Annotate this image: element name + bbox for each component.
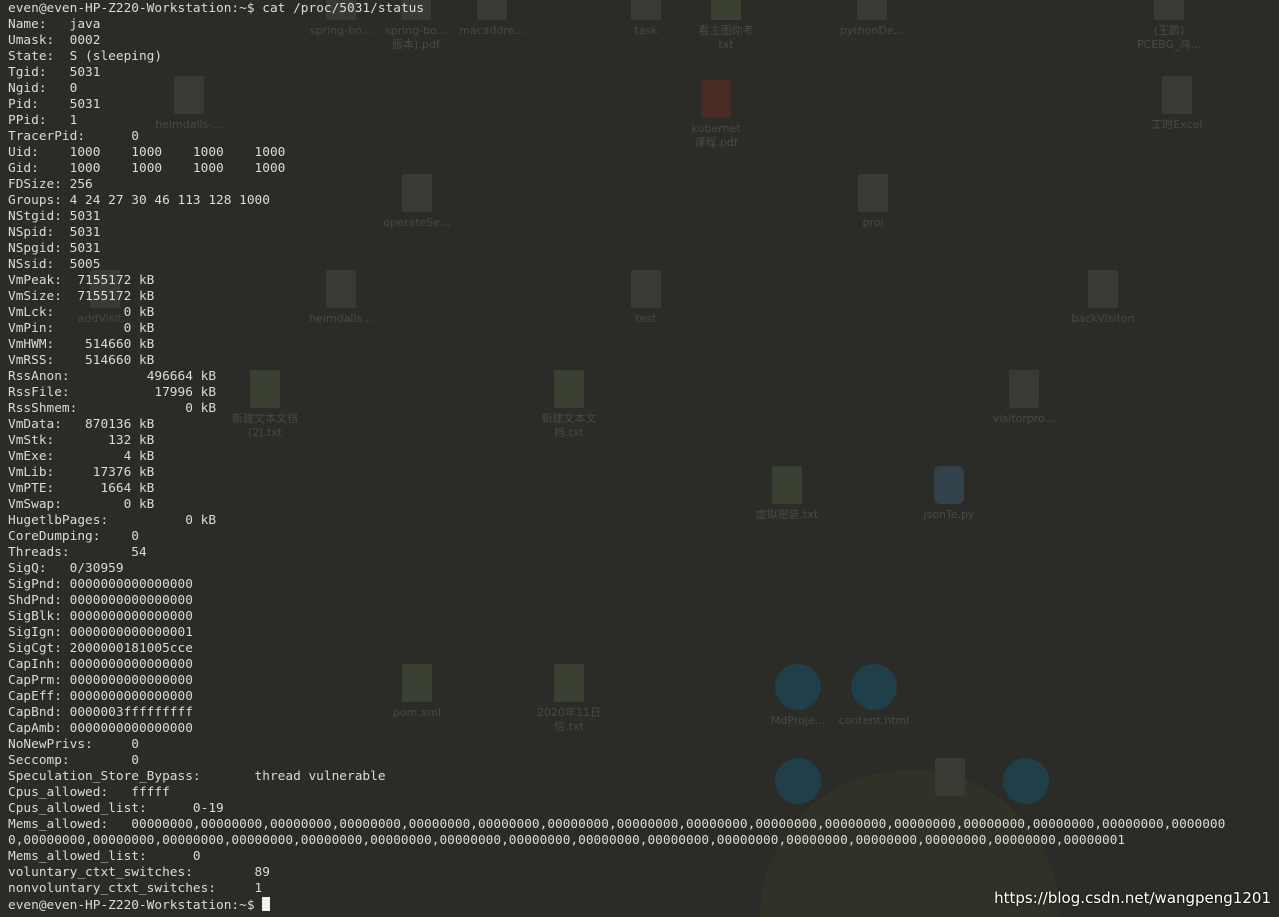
output-line: RssShmem: 0 kB [8,401,217,416]
output-line: NSpid: 5031 [8,225,101,240]
output-line: CapEff: 0000000000000000 [8,689,193,704]
shell-prompt: even@even-HP-Z220-Workstation:~$ [8,898,255,913]
output-line: RssFile: 17996 kB [8,385,217,400]
output-line: VmExe: 4 kB [8,449,155,464]
output-line: SigBlk: 0000000000000000 [8,609,193,624]
output-line: NStgid: 5031 [8,209,101,224]
output-line: Gid: 1000 1000 1000 1000 [8,161,286,176]
output-line: Tgid: 5031 [8,65,101,80]
output-line: Ngid: 0 [8,81,78,96]
output-line: CapInh: 0000000000000000 [8,657,193,672]
output-line: SigIgn: 0000000000000001 [8,625,193,640]
output-line: State: S (sleeping) [8,49,163,64]
output-line: VmLck: 0 kB [8,305,155,320]
output-line: VmPTE: 1664 kB [8,481,155,496]
output-line: Speculation_Store_Bypass: thread vulnera… [8,769,386,784]
output-line: NSsid: 5005 [8,257,101,272]
output-line: FDSize: 256 [8,177,93,192]
output-line: Seccomp: 0 [8,753,139,768]
output-line: SigQ: 0/30959 [8,561,124,576]
output-line: VmLib: 17376 kB [8,465,155,480]
output-line: 0,00000000,00000000,00000000,00000000,00… [8,833,1126,848]
terminal-window[interactable]: spring-bo... spring-bo... 版本).pdf macaddre… [0,0,1279,917]
output-line: Cpus_allowed_list: 0-19 [8,801,224,816]
output-line: Mems_allowed_list: 0 [8,849,201,864]
output-line: VmSwap: 0 kB [8,497,155,512]
output-line: CapBnd: 0000003fffffffff [8,705,193,720]
output-line: VmPin: 0 kB [8,321,155,336]
terminal-output: even@even-HP-Z220-Workstation:~$ cat /pr… [8,1,1225,913]
output-line: VmHWM: 514660 kB [8,337,155,352]
output-line: PPid: 1 [8,113,78,128]
output-line: NSpgid: 5031 [8,241,101,256]
output-line: Mems_allowed: 00000000,00000000,00000000… [8,817,1226,832]
text-cursor[interactable] [262,897,271,911]
shell-prompt: even@even-HP-Z220-Workstation:~$ [8,1,255,16]
output-line: Uid: 1000 1000 1000 1000 [8,145,286,160]
output-line: TracerPid: 0 [8,129,139,144]
output-line: Threads: 54 [8,545,147,560]
output-line: CoreDumping: 0 [8,529,139,544]
output-line: Umask: 0002 [8,33,101,48]
output-line: VmRSS: 514660 kB [8,353,155,368]
output-line: Pid: 5031 [8,97,101,112]
output-line: VmPeak: 7155172 kB [8,273,155,288]
shell-command: cat /proc/5031/status [262,1,425,16]
output-line: VmStk: 132 kB [8,433,155,448]
output-line: Name: java [8,17,101,32]
output-line: RssAnon: 496664 kB [8,369,217,384]
output-line: VmData: 870136 kB [8,417,155,432]
output-line: CapPrm: 0000000000000000 [8,673,193,688]
command-line: even@even-HP-Z220-Workstation:~$ cat /pr… [8,1,1225,17]
watermark: https://blog.csdn.net/wangpeng1201 [994,889,1271,907]
output-line: SigPnd: 0000000000000000 [8,577,193,592]
output-line: ShdPnd: 0000000000000000 [8,593,193,608]
output-line: Cpus_allowed: fffff [8,785,170,800]
output-line: Groups: 4 24 27 30 46 113 128 1000 [8,193,270,208]
output-line: SigCgt: 2000000181005cce [8,641,193,656]
output-line: voluntary_ctxt_switches: 89 [8,865,270,880]
output-line: VmSize: 7155172 kB [8,289,155,304]
output-line: CapAmb: 0000000000000000 [8,721,193,736]
output-line: NoNewPrivs: 0 [8,737,139,752]
output-line: HugetlbPages: 0 kB [8,513,217,528]
